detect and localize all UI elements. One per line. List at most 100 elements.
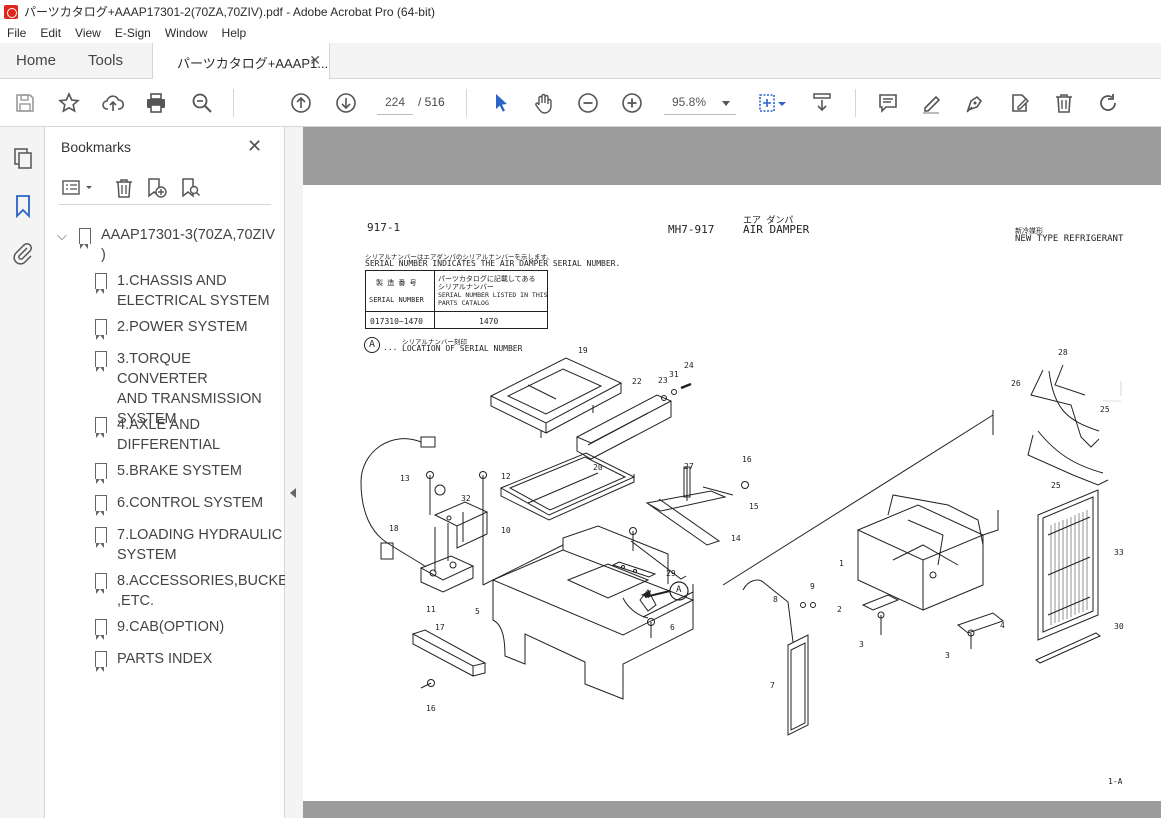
draw-pen-icon[interactable] [963,91,987,115]
bookmarks-title: Bookmarks [61,139,132,155]
bookmark-label: ELECTRICAL SYSTEM [117,293,270,309]
bookmark-loading[interactable]: 7.LOADING HYDRAULIC SYSTEM [117,525,282,565]
delete-bookmark-icon[interactable] [113,177,135,199]
part-label: 16 [742,455,752,464]
menu-view[interactable]: View [68,26,108,40]
upload-cloud-icon[interactable] [101,91,125,115]
title-bar: パーツカタログ+AAAP17301-2(70ZA,70ZIV).pdf - Ad… [0,0,1161,23]
previous-page-icon[interactable] [289,91,313,115]
panel-splitter[interactable] [285,127,303,818]
part-label: 7 [770,681,775,690]
menu-help[interactable]: Help [215,26,254,40]
bookmark-cab[interactable]: 9.CAB(OPTION) [117,617,224,637]
zoom-level-select[interactable]: 95.8% [664,91,736,115]
part-label: 3 [859,640,864,649]
bookmark-root[interactable]: AAAP17301-3(70ZA,70ZIV ) [101,225,275,265]
bookmark-root-label: AAAP17301-3(70ZA,70ZIV [101,227,276,243]
select-cursor-icon[interactable] [489,91,513,115]
bookmark-label: SYSTEM [117,547,177,563]
chevron-down-icon[interactable] [776,91,788,115]
comment-icon[interactable] [876,91,900,115]
new-bookmark-icon[interactable] [145,177,167,199]
options-menu-icon[interactable] [61,177,95,199]
part-label: 31 [669,370,679,379]
bookmark-label: 3.TORQUE CONVERTER [117,351,208,387]
part-label: 25 [1051,481,1061,490]
bookmark-accessories[interactable]: 8.ACCESSORIES,BUCKET ,ETC. [117,571,297,611]
part-label: 22 [632,377,642,386]
bookmark-brake[interactable]: 5.BRAKE SYSTEM [117,461,242,481]
document-viewport[interactable]: 917-1 MH7-917 エア ダンパ AIR DAMPER 新冷媒形 NEW… [303,127,1161,818]
bookmark-label: AND TRANSMISSION [117,391,262,407]
bookmark-root-label-cont: ) [101,247,106,263]
part-label: 17 [435,623,445,632]
chevron-down-icon[interactable]: ⌵ [57,228,67,244]
part-label: 6 [670,623,675,632]
tab-bar: Home Tools パーツカタログ+AAAP1... ✕ [0,43,1161,80]
attachments-icon[interactable] [11,241,35,265]
hand-tool-icon[interactable] [532,91,556,115]
zoom-in-icon[interactable] [620,91,644,115]
bookmark-icon [95,651,107,672]
part-label: 18 [389,524,399,533]
menu-file[interactable]: File [0,26,33,40]
edit-pdf-icon[interactable] [1008,91,1032,115]
zoom-out-icon[interactable] [576,91,600,115]
menu-esign[interactable]: E-Sign [108,26,158,40]
tab-home[interactable]: Home [16,52,56,69]
tab-tools[interactable]: Tools [88,52,123,69]
tab-document-label: パーツカタログ+AAAP1... [177,56,329,71]
page-thumbnails-icon[interactable] [11,147,35,171]
menu-window[interactable]: Window [158,26,215,40]
part-label: 23 [658,376,668,385]
part-label: 20 [593,463,603,472]
pdf-page: 917-1 MH7-917 エア ダンパ AIR DAMPER 新冷媒形 NEW… [303,185,1161,801]
bookmark-icon [95,573,107,594]
rotate-icon[interactable] [1096,91,1120,115]
page-count: / 516 [418,95,445,109]
page-number-input[interactable]: 224 [377,91,413,115]
part-label: 1 [839,559,844,568]
highlight-pen-icon[interactable] [919,91,943,115]
bookmark-icon [95,319,107,340]
bookmark-control[interactable]: 6.CONTROL SYSTEM [117,493,263,513]
part-label: 9 [810,582,815,591]
part-label: 30 [1114,622,1124,631]
window-title: パーツカタログ+AAAP17301-2(70ZA,70ZIV).pdf - Ad… [24,5,435,19]
bookmark-label: DIFFERENTIAL [117,437,221,453]
part-label: 29 [666,569,676,578]
star-icon[interactable] [57,91,81,115]
bookmark-label: 6.CONTROL SYSTEM [117,495,264,511]
part-label: 11 [426,605,436,614]
bookmark-power[interactable]: 2.POWER SYSTEM [117,317,248,337]
scroll-mode-icon[interactable] [810,91,834,115]
bookmarks-panel-icon[interactable] [11,194,35,219]
bookmark-parts-index[interactable]: PARTS INDEX [117,649,212,669]
part-label: 32 [461,494,471,503]
next-page-icon[interactable] [334,91,358,115]
find-bookmark-icon[interactable] [179,177,201,199]
part-label: 33 [1114,548,1124,557]
part-label: 16 [426,704,436,713]
part-label: 26 [1011,379,1021,388]
save-icon[interactable] [13,91,37,115]
part-label: 2 [837,605,842,614]
toolbar-divider [855,89,856,117]
bookmark-icon [95,527,107,548]
close-icon[interactable]: ✕ [309,52,321,69]
close-icon[interactable]: ✕ [247,136,262,157]
bookmark-icon [79,228,91,249]
bookmark-label: 2.POWER SYSTEM [117,319,248,335]
bookmark-label: 4.AXLE AND [117,417,201,433]
menu-edit[interactable]: Edit [33,26,68,40]
bookmark-chassis[interactable]: 1.CHASSIS AND ELECTRICAL SYSTEM [117,271,270,311]
zoom-search-icon[interactable] [190,91,214,115]
part-label: 13 [400,474,410,483]
toolbar: 224 / 516 95.8% [0,79,1161,127]
part-label: 25 [1100,405,1110,414]
bookmark-axle[interactable]: 4.AXLE AND DIFFERENTIAL [117,415,220,455]
delete-icon[interactable] [1052,91,1076,115]
tab-document[interactable]: パーツカタログ+AAAP1... ✕ [152,43,330,80]
bookmark-label: 5.BRAKE SYSTEM [117,463,242,479]
print-icon[interactable] [144,91,168,115]
